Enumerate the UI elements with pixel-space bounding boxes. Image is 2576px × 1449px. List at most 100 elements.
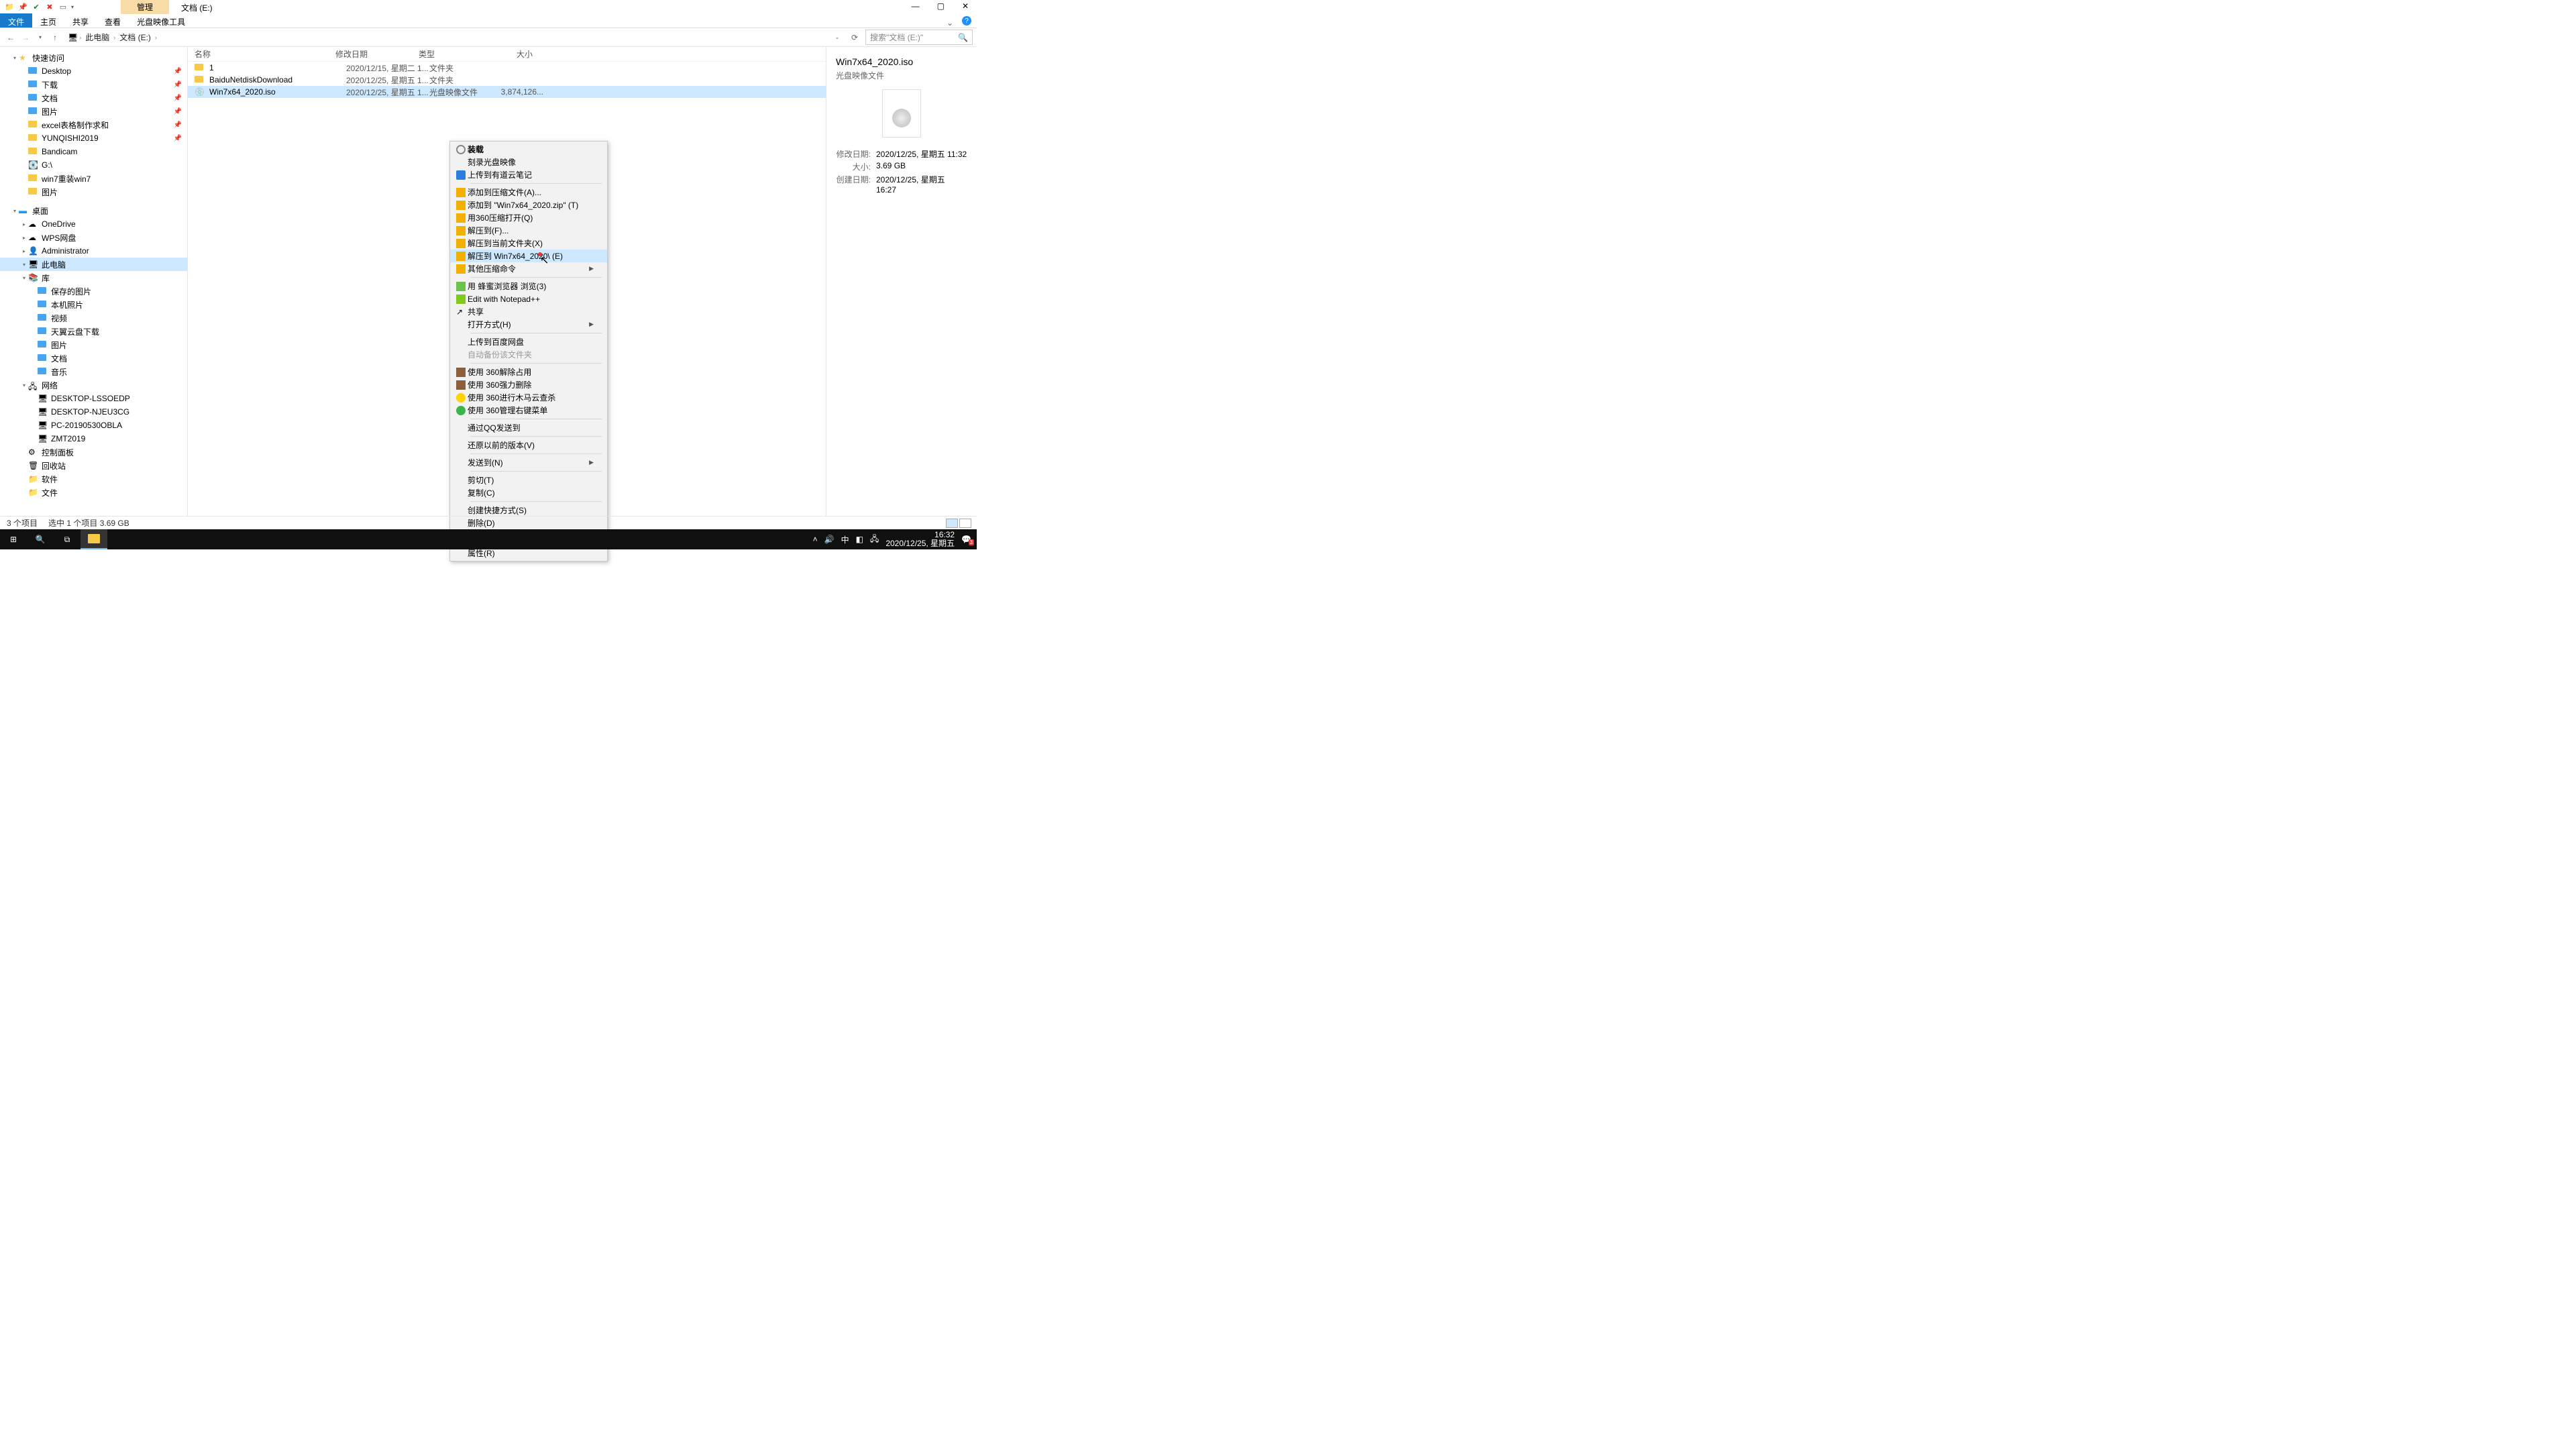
back-button[interactable]: ← — [4, 31, 17, 44]
tree-item[interactable]: 文档📌 — [0, 91, 187, 105]
refresh-icon[interactable]: ⟳ — [848, 31, 861, 44]
tree-item[interactable]: Desktop📌 — [0, 64, 187, 78]
search-icon[interactable]: 🔍 — [958, 33, 968, 42]
tree-item[interactable]: 图片 — [0, 185, 187, 199]
tree-item[interactable]: 本机照片 — [0, 298, 187, 311]
clock[interactable]: 16:32 2020/12/25, 星期五 — [885, 531, 955, 548]
menu-item[interactable]: 发送到(N)▶ — [450, 456, 607, 469]
maximize-button[interactable]: ▢ — [933, 1, 949, 11]
check-icon[interactable]: ✔ — [31, 1, 42, 12]
tree-item[interactable]: 图片📌 — [0, 105, 187, 118]
qat-dropdown-icon[interactable]: ▾ — [71, 4, 74, 10]
tree-item[interactable]: ▾★快速访问 — [0, 51, 187, 64]
menu-item[interactable]: 其他压缩命令▶ — [450, 262, 607, 275]
menu-item[interactable]: 通过QQ发送到 — [450, 421, 607, 434]
menu-item[interactable]: 使用 360解除占用 — [450, 366, 607, 378]
menu-item[interactable]: 剪切(T) — [450, 474, 607, 486]
menu-item[interactable]: 解压到 Win7x64_2020\ (E) — [450, 250, 607, 262]
tree-item[interactable]: 图片 — [0, 338, 187, 352]
tree-item[interactable]: 💽G:\ — [0, 158, 187, 172]
expand-icon[interactable]: ▾ — [11, 55, 19, 61]
search-input[interactable]: 搜索"文档 (E:)" 🔍 — [865, 30, 973, 45]
menu-item[interactable]: 还原以前的版本(V) — [450, 439, 607, 451]
close-red-icon[interactable]: ✖ — [44, 1, 55, 12]
menu-item[interactable]: 打开方式(H)▶ — [450, 318, 607, 331]
tab-share[interactable]: 共享 — [64, 13, 97, 28]
tree-item[interactable]: 🖥ZMT2019 — [0, 432, 187, 445]
column-name[interactable]: 名称 — [188, 48, 335, 60]
start-button[interactable]: ⊞ — [0, 529, 27, 549]
tree-item[interactable]: 下载📌 — [0, 78, 187, 91]
tree-item[interactable]: ▾📚库 — [0, 271, 187, 284]
column-type[interactable]: 类型 — [419, 48, 486, 60]
tree-item[interactable]: ▾🖥此电脑 — [0, 258, 187, 271]
chevron-right-icon[interactable]: › — [79, 34, 81, 41]
tab-file[interactable]: 文件 — [0, 13, 32, 28]
tree-item[interactable]: ▾🖧网络 — [0, 378, 187, 392]
chevron-right-icon[interactable]: › — [113, 34, 115, 41]
tree-item[interactable]: ⚙控制面板 — [0, 445, 187, 459]
file-row[interactable]: 💿Win7x64_2020.iso2020/12/25, 星期五 1...光盘映… — [188, 86, 826, 98]
tray-chevron-icon[interactable]: ˄ — [813, 535, 818, 544]
new-folder-icon[interactable]: ▭ — [58, 1, 68, 12]
breadcrumb-drive[interactable]: 文档 (E:) — [117, 30, 154, 44]
menu-item[interactable]: 使用 360进行木马云查杀 — [450, 391, 607, 404]
ime-indicator[interactable]: 中 — [841, 534, 849, 545]
up-button[interactable]: ↑ — [48, 31, 62, 44]
address-dropdown-icon[interactable]: ⌄ — [830, 31, 844, 44]
volume-icon[interactable]: 🔊 — [824, 535, 835, 544]
explorer-task-button[interactable] — [80, 529, 107, 549]
tree-item[interactable]: 🖥PC-20190530OBLA — [0, 419, 187, 432]
menu-item[interactable]: 刻录光盘映像 — [450, 156, 607, 168]
chevron-right-icon[interactable]: › — [155, 34, 157, 41]
menu-item[interactable]: 上传到有道云笔记 — [450, 168, 607, 181]
search-task-button[interactable]: 🔍 — [27, 529, 54, 549]
tree-item[interactable]: 📁文件 — [0, 486, 187, 499]
menu-item[interactable]: 创建快捷方式(S) — [450, 504, 607, 517]
action-center-icon[interactable]: 💬 — [961, 535, 971, 544]
help-icon[interactable]: ? — [962, 16, 971, 25]
forward-button[interactable]: → — [19, 31, 32, 44]
tree-item[interactable]: Bandicam — [0, 145, 187, 158]
column-size[interactable]: 大小 — [486, 48, 533, 60]
task-view-button[interactable]: ⧉ — [54, 529, 80, 549]
menu-item[interactable]: 使用 360强力删除 — [450, 378, 607, 391]
menu-item[interactable]: ↗共享 — [450, 305, 607, 318]
menu-item[interactable]: Edit with Notepad++ — [450, 292, 607, 305]
tree-item[interactable]: 天翼云盘下载 — [0, 325, 187, 338]
view-details-button[interactable] — [946, 519, 958, 528]
minimize-button[interactable]: — — [908, 1, 924, 11]
tree-item[interactable]: ▾▬桌面 — [0, 204, 187, 217]
tree-item[interactable]: ▸☁OneDrive — [0, 217, 187, 231]
file-row[interactable]: BaiduNetdiskDownload2020/12/25, 星期五 1...… — [188, 74, 826, 86]
tree-item[interactable]: 🗑回收站 — [0, 459, 187, 472]
tree-item[interactable]: 🖥DESKTOP-NJEU3CG — [0, 405, 187, 419]
tab-home[interactable]: 主页 — [32, 13, 64, 28]
view-thumbnails-button[interactable] — [959, 519, 971, 528]
expand-icon[interactable]: ▾ — [11, 208, 19, 214]
tree-item[interactable]: 视频 — [0, 311, 187, 325]
menu-item[interactable]: 解压到当前文件夹(X) — [450, 237, 607, 250]
close-button[interactable]: ✕ — [958, 1, 973, 11]
expand-icon[interactable]: ▸ — [20, 248, 28, 254]
address-bar[interactable]: 🖥 › 此电脑 › 文档 (E:) › — [63, 28, 829, 46]
tree-item[interactable]: YUNQISHI2019📌 — [0, 131, 187, 145]
column-date[interactable]: 修改日期 — [335, 48, 419, 60]
tree-item[interactable]: ▸👤Administrator — [0, 244, 187, 258]
tab-iso-tools[interactable]: 光盘映像工具 — [129, 13, 193, 28]
tree-item[interactable]: 音乐 — [0, 365, 187, 378]
tab-view[interactable]: 查看 — [97, 13, 129, 28]
ribbon-expand-icon[interactable]: ⌄ — [943, 16, 957, 30]
menu-item[interactable]: 解压到(F)... — [450, 224, 607, 237]
menu-item[interactable]: 添加到压缩文件(A)... — [450, 186, 607, 199]
pin-icon[interactable]: 📌 — [17, 1, 28, 12]
menu-item[interactable]: 用360压缩打开(Q) — [450, 211, 607, 224]
expand-icon[interactable]: ▸ — [20, 221, 28, 227]
expand-icon[interactable]: ▾ — [20, 382, 28, 388]
tree-item[interactable]: 📁软件 — [0, 472, 187, 486]
menu-item[interactable]: 上传到百度网盘 — [450, 335, 607, 348]
tree-item[interactable]: 🖥DESKTOP-LSSOEDP — [0, 392, 187, 405]
network-icon[interactable]: 🖧 — [870, 533, 879, 547]
tree-item[interactable]: excel表格制作求和📌 — [0, 118, 187, 131]
menu-item[interactable]: 使用 360管理右键菜单 — [450, 404, 607, 417]
